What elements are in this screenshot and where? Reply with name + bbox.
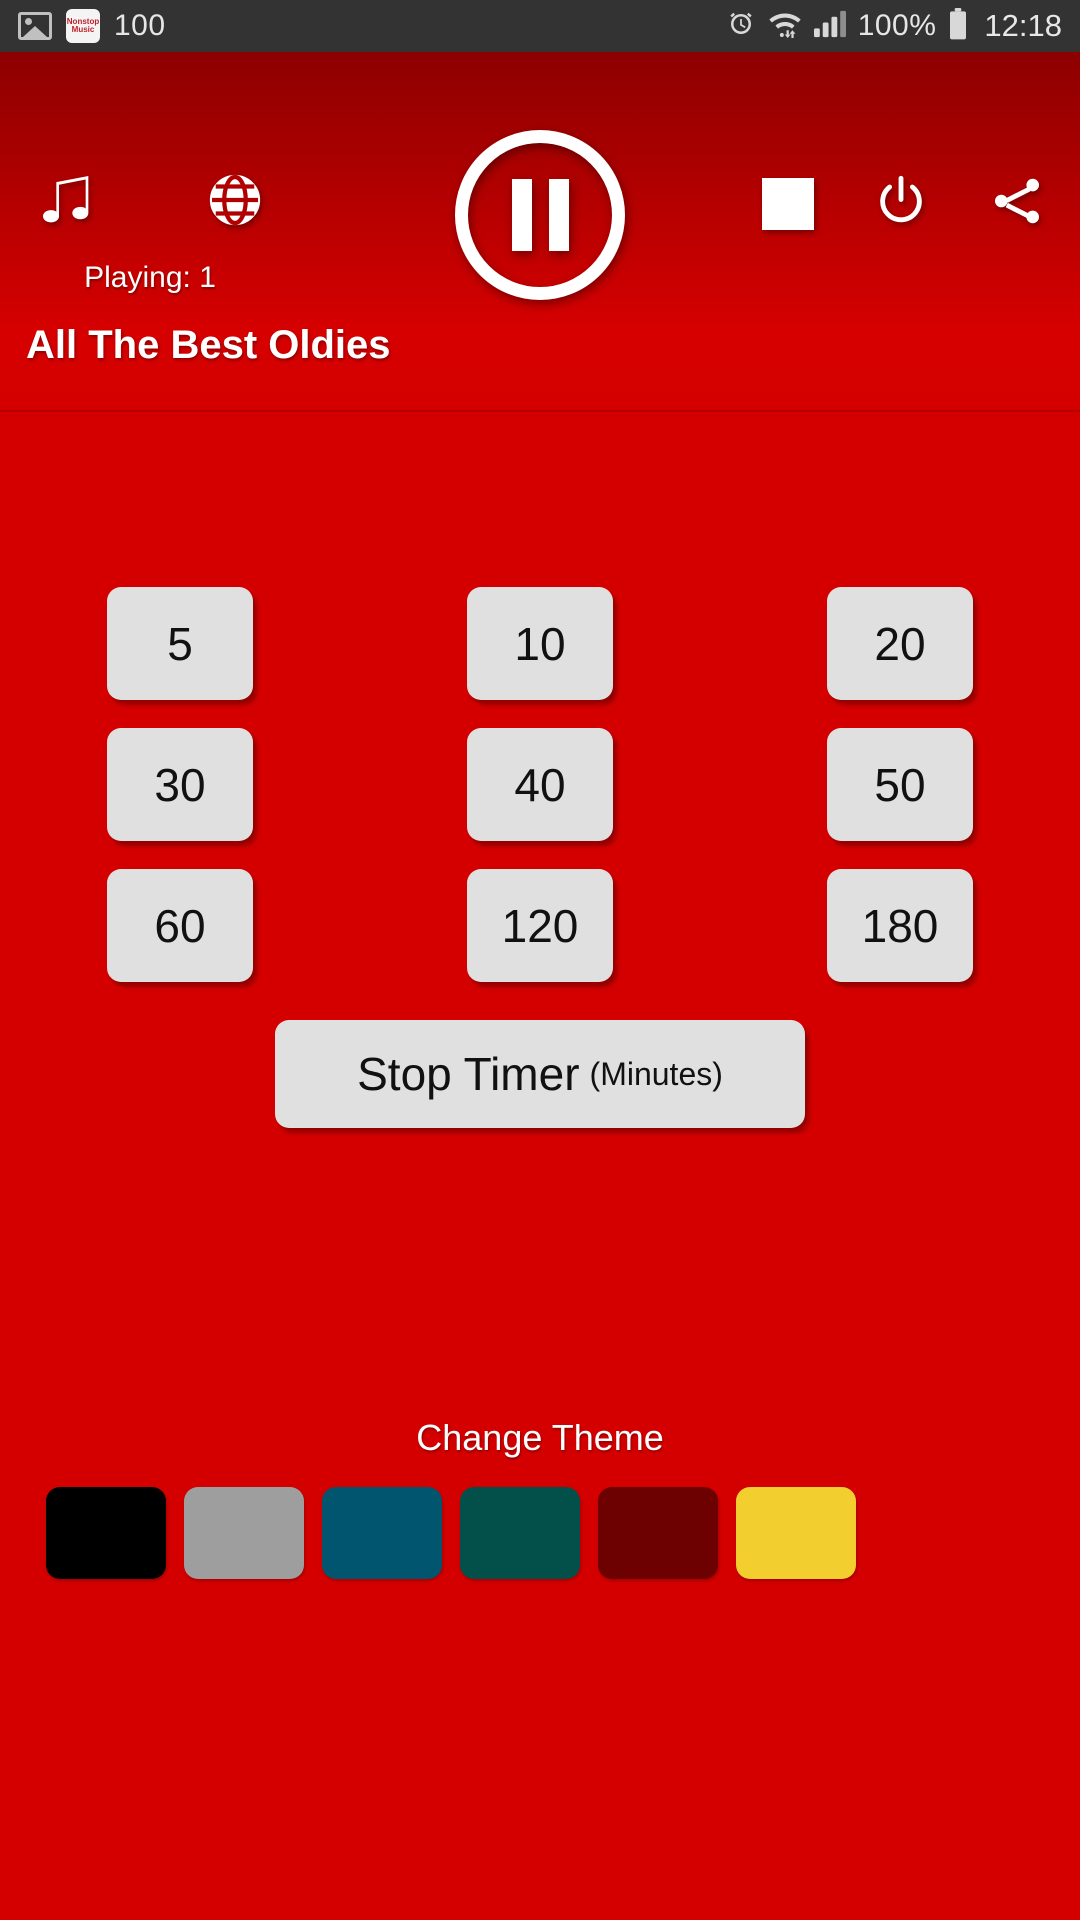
theme-swatch-row — [46, 1487, 1036, 1579]
theme-swatch-yellow[interactable] — [736, 1487, 856, 1579]
status-bar-right: 100% 12:18 — [726, 7, 1062, 45]
timer-options-grid: 5 10 20 30 40 50 60 120 180 — [0, 587, 1080, 982]
power-icon[interactable] — [872, 172, 930, 235]
player-header-right — [762, 172, 1046, 235]
stop-timer-row: Stop Timer (Minutes) — [0, 1020, 1080, 1128]
timer-option-button[interactable]: 40 — [467, 728, 613, 841]
stop-icon[interactable] — [762, 177, 814, 230]
stop-timer-unit-label: (Minutes) — [589, 1055, 723, 1092]
theme-swatch-teal[interactable] — [322, 1487, 442, 1579]
change-theme-label: Change Theme — [416, 1417, 664, 1458]
status-bar-clock: 12:18 — [984, 8, 1062, 43]
battery-icon — [948, 7, 968, 45]
pause-bar-right — [548, 179, 569, 251]
timer-option-button[interactable]: 60 — [107, 869, 253, 982]
timer-option-button[interactable]: 180 — [827, 869, 973, 982]
theme-swatch-maroon[interactable] — [598, 1487, 718, 1579]
stop-timer-label: Stop Timer — [357, 1048, 580, 1100]
player-left-icon-row — [35, 168, 265, 237]
music-note-icon[interactable] — [35, 168, 99, 237]
share-icon[interactable] — [988, 172, 1046, 235]
globe-icon[interactable] — [205, 170, 265, 235]
image-icon — [18, 12, 52, 40]
battery-percent-label: 100% — [857, 9, 937, 42]
timer-option-button[interactable]: 120 — [467, 869, 613, 982]
theme-swatch-green[interactable] — [460, 1487, 580, 1579]
wifi-icon — [768, 9, 802, 44]
playing-label: Playing: 1 — [84, 261, 216, 294]
pause-bar-left — [511, 179, 532, 251]
player-header-left: Playing: 1 — [0, 168, 300, 295]
status-bar-left: Nonstop Music 100 — [18, 9, 166, 43]
theme-swatch-black[interactable] — [46, 1487, 166, 1579]
alarm-icon — [726, 9, 756, 44]
timer-option-button[interactable]: 30 — [107, 728, 253, 841]
nonstop-music-app-icon: Nonstop Music — [66, 9, 100, 43]
notification-count: 100 — [114, 9, 166, 42]
theme-swatch-gray[interactable] — [184, 1487, 304, 1579]
app-badge-line2: Music — [71, 25, 95, 34]
timer-option-button[interactable]: 50 — [827, 728, 973, 841]
timer-option-button[interactable]: 10 — [467, 587, 613, 700]
station-title: All The Best Oldies — [26, 323, 391, 367]
player-header: Playing: 1 All The Best Oldies — [0, 52, 1080, 412]
timer-option-button[interactable]: 20 — [827, 587, 973, 700]
sleep-timer-screen: 5 10 20 30 40 50 60 120 180 Stop Timer (… — [0, 412, 1080, 1920]
timer-option-button[interactable]: 5 — [107, 587, 253, 700]
signal-icon — [813, 10, 846, 43]
stop-timer-button[interactable]: Stop Timer (Minutes) — [275, 1020, 805, 1128]
status-bar: Nonstop Music 100 100% 12:18 — [0, 0, 1080, 52]
play-pause-button[interactable] — [455, 130, 625, 300]
